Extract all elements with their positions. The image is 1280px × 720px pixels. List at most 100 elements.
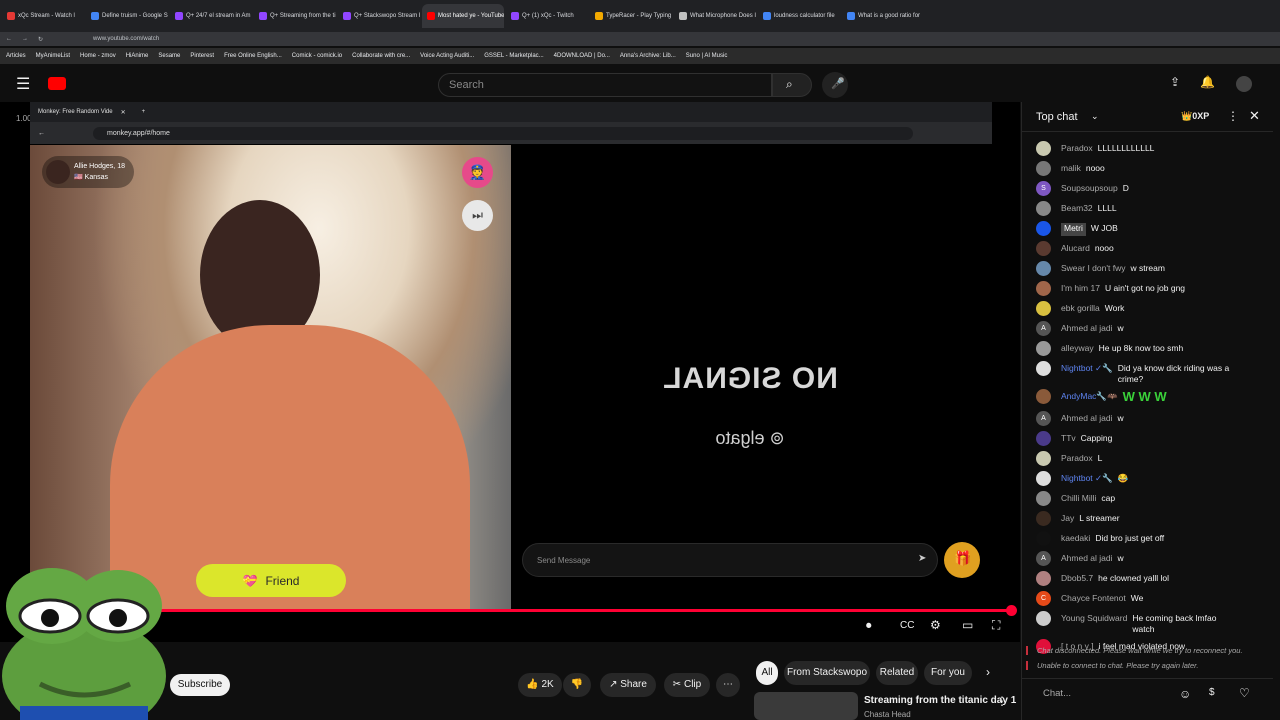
browser-tab[interactable]: Q+ Streaming from the ti	[254, 4, 336, 28]
fullscreen-icon[interactable]: ⛶	[992, 618, 1000, 633]
chat-author[interactable]: Chayce Fontenot	[1061, 593, 1126, 606]
chat-author[interactable]: Soupsoupsoup	[1061, 183, 1118, 196]
emoji-icon[interactable]: ☺	[1179, 687, 1191, 701]
mic-button[interactable]: 🎤	[822, 72, 848, 98]
menu-icon[interactable]: ☰	[16, 74, 30, 94]
search-input[interactable]: Search	[438, 73, 772, 97]
more-vert-icon[interactable]: ⋮	[1227, 109, 1239, 123]
heart-icon[interactable]: ♡	[1239, 686, 1250, 700]
chat-avatar[interactable]: A	[1036, 551, 1051, 566]
chat-avatar[interactable]	[1036, 141, 1051, 156]
clip-button[interactable]: ✂ Clip	[664, 673, 710, 697]
close-icon[interactable]: ✕	[1249, 108, 1260, 124]
bell-icon[interactable]: 🔔	[1200, 75, 1215, 89]
chat-author[interactable]: I'm him 17	[1061, 283, 1100, 296]
chat-author[interactable]: alleyway	[1061, 343, 1094, 356]
theater-icon[interactable]: ▭	[962, 618, 973, 632]
chat-avatar[interactable]	[1036, 281, 1051, 296]
chat-title[interactable]: Top chat	[1036, 111, 1078, 123]
settings-icon[interactable]: ⚙	[930, 618, 941, 632]
chat-author[interactable]: Ahmed al jadi	[1061, 413, 1113, 426]
chat-author[interactable]: Chilli Milli	[1061, 493, 1096, 506]
chat-author[interactable]: TTv	[1061, 433, 1076, 446]
forward-icon[interactable]: →	[22, 36, 28, 42]
browser-tab[interactable]: xQc Stream - Watch l	[2, 4, 84, 28]
chat-avatar[interactable]	[1036, 161, 1051, 176]
more-actions-button[interactable]: ⋯	[716, 673, 740, 697]
chat-author[interactable]: Paradox	[1061, 453, 1093, 466]
chevron-down-icon[interactable]: ⌄	[1091, 111, 1099, 122]
chat-avatar[interactable]: S	[1036, 181, 1051, 196]
chat-avatar[interactable]	[1036, 511, 1051, 526]
browser-tab[interactable]: Q+ (1) xQc - Twitch	[506, 4, 588, 28]
chat-author[interactable]: malik	[1061, 163, 1081, 176]
chat-avatar[interactable]	[1036, 221, 1051, 236]
chat-avatar[interactable]: A	[1036, 411, 1051, 426]
bookmark-item[interactable]: Voice Acting Auditi...	[420, 53, 474, 59]
bookmark-item[interactable]: Collaborate with cre...	[352, 53, 410, 59]
captions-icon[interactable]: CC	[900, 620, 914, 631]
browser-tab[interactable]: Define truism - Google Se	[86, 4, 168, 28]
chat-author[interactable]: kaedaki	[1061, 533, 1090, 546]
bookmark-item[interactable]: HiAnime	[126, 53, 149, 59]
chat-author[interactable]: Alucard	[1061, 243, 1090, 256]
share-button[interactable]: ↗ Share	[600, 673, 656, 697]
chat-author[interactable]: Metri	[1061, 223, 1086, 236]
browser-tab[interactable]: What Microphone Does I	[674, 4, 756, 28]
bookmark-item[interactable]: Home - zmov	[80, 53, 116, 59]
autoplay-toggle-icon[interactable]: ⏺	[866, 620, 872, 633]
chat-avatar[interactable]	[1036, 451, 1051, 466]
chat-avatar[interactable]	[1036, 531, 1051, 546]
chat-author[interactable]: Beam32	[1061, 203, 1093, 216]
bookmark-item[interactable]: Free Online English...	[224, 53, 282, 59]
chat-author[interactable]: Ahmed al jadi	[1061, 553, 1113, 566]
upload-icon[interactable]: ⇪	[1170, 75, 1180, 89]
chat-author[interactable]: Dbob5.7	[1061, 573, 1093, 586]
chat-author[interactable]: Nightbot ✓🔧	[1061, 473, 1113, 486]
chat-avatar[interactable]: C	[1036, 591, 1051, 606]
chat-avatar[interactable]	[1036, 471, 1051, 486]
subscribe-button[interactable]: Subscribe	[170, 674, 230, 696]
super-chat-icon[interactable]: $	[1209, 687, 1215, 698]
chat-author[interactable]: Young Squidward	[1061, 613, 1127, 635]
filter-chip[interactable]: For you	[924, 661, 972, 685]
bookmark-item[interactable]: Pinterest	[190, 53, 214, 59]
chat-author[interactable]: Nightbot ✓🔧	[1061, 363, 1113, 385]
bookmark-item[interactable]: Suno | AI Music	[686, 53, 728, 59]
chat-avatar[interactable]	[1036, 611, 1051, 626]
chat-avatar[interactable]: A	[1036, 321, 1051, 336]
chat-author[interactable]: Paradox	[1061, 143, 1093, 156]
chat-author[interactable]: Jay	[1061, 513, 1074, 526]
browser-tab[interactable]: Q+ Stackswopo Stream R	[338, 4, 420, 28]
address-url[interactable]: www.youtube.com/watch	[93, 36, 159, 42]
avatar[interactable]	[1236, 76, 1252, 92]
browser-address-bar[interactable]: ← → ↻ www.youtube.com/watch	[0, 32, 1280, 46]
chat-avatar[interactable]	[1036, 389, 1051, 404]
chat-avatar[interactable]	[1036, 491, 1051, 506]
chat-avatar[interactable]	[1036, 241, 1051, 256]
filter-chip[interactable]: From Stackswopo	[784, 661, 870, 685]
filter-chip[interactable]: All	[756, 661, 778, 685]
chat-author[interactable]: ebk gorilla	[1061, 303, 1100, 316]
browser-tab[interactable]: loudness calculator file	[758, 4, 840, 28]
chat-avatar[interactable]	[1036, 261, 1051, 276]
browser-tab[interactable]: TypeRacer - Play Typing G	[590, 4, 672, 28]
chat-avatar[interactable]	[1036, 201, 1051, 216]
back-icon[interactable]: ←	[6, 36, 12, 42]
related-video-title[interactable]: Streaming from the titanic day 1	[864, 695, 1016, 706]
chat-avatar[interactable]	[1036, 361, 1051, 376]
youtube-logo[interactable]	[48, 77, 66, 90]
chat-avatar[interactable]	[1036, 431, 1051, 446]
more-vert-icon[interactable]: ⋮	[996, 694, 1008, 708]
bookmark-item[interactable]: MyAnimeList	[36, 53, 70, 59]
chat-author[interactable]: Swear I don't fwy	[1061, 263, 1125, 276]
browser-tab[interactable]: Q+ 24/7 el stream in Am	[170, 4, 252, 28]
chat-author[interactable]: AndyMac🔧🦇	[1061, 391, 1118, 404]
chat-avatar[interactable]	[1036, 341, 1051, 356]
bookmark-item[interactable]: Anna's Archive: Lib...	[620, 53, 676, 59]
bookmark-item[interactable]: GSSEL - Marketplac...	[484, 53, 543, 59]
bookmark-item[interactable]: Sesame	[158, 53, 180, 59]
like-button[interactable]: 👍 2K	[518, 673, 562, 697]
filter-chip[interactable]: Related	[876, 661, 918, 685]
chat-input[interactable]: Chat...	[1035, 683, 1175, 705]
